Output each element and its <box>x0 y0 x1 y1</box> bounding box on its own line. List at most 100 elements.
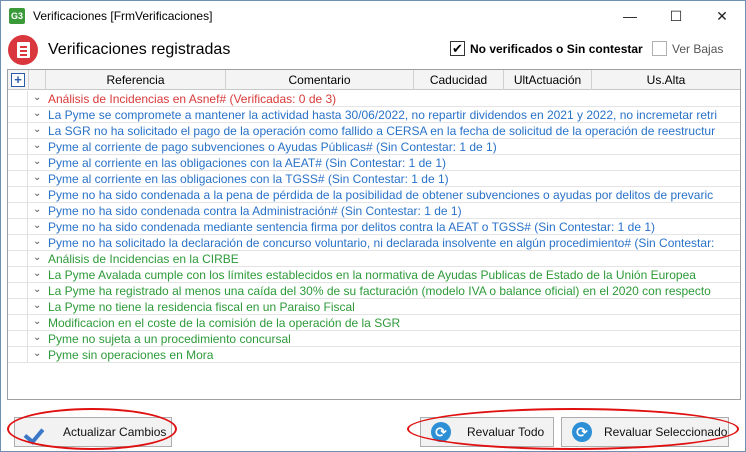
table-row[interactable]: ⌄ La Pyme ha registrado al menos una caíd… <box>8 283 740 299</box>
ver-bajas-checkbox[interactable] <box>652 41 667 56</box>
chevron-down-icon[interactable]: ⌄ <box>33 236 41 247</box>
row-indicator[interactable] <box>8 347 28 362</box>
row-indicator[interactable] <box>8 139 28 154</box>
row-indicator[interactable] <box>8 219 28 234</box>
maximize-button[interactable]: ☐ <box>653 1 699 31</box>
chevron-down-icon[interactable]: ⌄ <box>33 204 41 215</box>
no-verificados-checkbox[interactable]: ✔ <box>450 41 465 56</box>
row-referencia-text: Pyme no ha sido condenada contra la Admi… <box>48 204 462 218</box>
chevron-down-icon[interactable]: ⌄ <box>33 188 41 199</box>
page-title: Verificaciones registradas <box>48 41 231 58</box>
chevron-down-icon[interactable]: ⌄ <box>33 332 41 343</box>
window-title: Verificaciones [FrmVerificaciones] <box>33 9 213 23</box>
row-referencia-text: La Pyme no tiene la residencia fiscal en… <box>48 300 355 314</box>
row-referencia-text: Pyme no ha solicitado la declaración de … <box>48 236 715 250</box>
revaluar-seleccionado-label: Revaluar Seleccionado <box>604 425 728 439</box>
table-row[interactable]: ⌄ La Pyme no tiene la residencia fiscal e… <box>8 299 740 315</box>
row-referencia-text: Análisis de Incidencias en la CIRBE <box>48 252 239 266</box>
chevron-down-icon[interactable]: ⌄ <box>33 268 41 279</box>
table-row[interactable]: ⌄ Pyme sin operaciones en Mora <box>8 347 740 363</box>
column-ultactuacion[interactable]: UltActuación <box>503 70 591 90</box>
row-indicator[interactable] <box>8 331 28 346</box>
title-bar: G3 Verificaciones [FrmVerificaciones] — … <box>1 1 745 31</box>
table-row[interactable]: ⌄ Análisis de Incidencias en Asnef# (Veri… <box>8 91 740 107</box>
app-icon: G3 <box>9 8 25 24</box>
row-indicator[interactable] <box>8 107 28 122</box>
row-referencia-text: Pyme sin operaciones en Mora <box>48 348 214 362</box>
row-referencia-text: Pyme no ha sido condenada mediante sente… <box>48 220 656 234</box>
row-indicator[interactable] <box>8 267 28 282</box>
row-referencia-text: Pyme no sujeta a un procedimiento concur… <box>48 332 291 346</box>
form-header: Verificaciones registradas ✔ No verifica… <box>2 32 744 68</box>
add-row-button[interactable]: + <box>11 73 25 87</box>
row-indicator[interactable] <box>8 171 28 186</box>
chevron-down-icon[interactable]: ⌄ <box>33 108 41 119</box>
row-referencia-text: Pyme al corriente de pago subvenciones o… <box>48 140 497 154</box>
footer-bar: Actualizar Cambios ⟳ Revaluar Todo ⟳ Rev… <box>2 405 744 451</box>
grid-header: + Referencia Comentario Caducidad UltAct… <box>8 70 740 90</box>
table-row[interactable]: ⌄ Pyme no ha sido condenada mediante sent… <box>8 219 740 235</box>
chevron-down-icon[interactable]: ⌄ <box>33 156 41 167</box>
column-expander <box>28 70 45 90</box>
row-indicator[interactable] <box>8 123 28 138</box>
table-row[interactable]: ⌄ La Pyme Avalada cumple con los límites … <box>8 267 740 283</box>
row-referencia-text: La Pyme Avalada cumple con los límites e… <box>48 268 696 282</box>
row-indicator[interactable] <box>8 91 28 106</box>
table-row[interactable]: ⌄ Análisis de Incidencias en la CIRBE <box>8 251 740 267</box>
refresh-icon: ⟳ <box>431 422 451 442</box>
table-row[interactable]: ⌄ Pyme al corriente en las obligaciones c… <box>8 171 740 187</box>
table-row[interactable]: ⌄ Modificacion en el coste de la comisión… <box>8 315 740 331</box>
no-verificados-label[interactable]: No verificados o Sin contestar <box>470 42 643 56</box>
table-row[interactable]: ⌄ Pyme al corriente de pago subvenciones … <box>8 139 740 155</box>
row-referencia-text: La SGR no ha solicitado el pago de la op… <box>48 124 716 138</box>
chevron-down-icon[interactable]: ⌄ <box>33 284 41 295</box>
row-indicator[interactable] <box>8 235 28 250</box>
column-caducidad[interactable]: Caducidad <box>413 70 503 90</box>
column-referencia[interactable]: Referencia <box>45 70 225 90</box>
column-comentario[interactable]: Comentario <box>225 70 413 90</box>
refresh-icon: ⟳ <box>572 422 592 442</box>
row-referencia-text: Pyme al corriente en las obligaciones co… <box>48 172 449 186</box>
row-indicator[interactable] <box>8 187 28 202</box>
chevron-down-icon[interactable]: ⌄ <box>33 348 41 359</box>
revaluar-seleccionado-button[interactable]: ⟳ Revaluar Seleccionado <box>561 417 729 447</box>
column-usalta[interactable]: Us.Alta <box>591 70 740 90</box>
table-row[interactable]: ⌄ La SGR no ha solicitado el pago de la o… <box>8 123 740 139</box>
revaluar-todo-label: Revaluar Todo <box>467 425 545 439</box>
ver-bajas-label[interactable]: Ver Bajas <box>672 42 723 56</box>
row-referencia-text: Pyme no ha sido condenada a la pena de p… <box>48 188 714 202</box>
close-button[interactable]: ✕ <box>699 1 745 31</box>
table-row[interactable]: ⌄ Pyme no ha sido condenada a la pena de … <box>8 187 740 203</box>
table-row[interactable]: ⌄ Pyme no ha solicitado la declaración de… <box>8 235 740 251</box>
chevron-down-icon[interactable]: ⌄ <box>33 92 41 103</box>
chevron-down-icon[interactable]: ⌄ <box>33 220 41 231</box>
row-indicator[interactable] <box>8 203 28 218</box>
document-list-icon <box>8 35 38 65</box>
minimize-button[interactable]: — <box>607 1 653 31</box>
chevron-down-icon[interactable]: ⌄ <box>33 300 41 311</box>
chevron-down-icon[interactable]: ⌄ <box>33 172 41 183</box>
chevron-down-icon[interactable]: ⌄ <box>33 252 41 263</box>
verificaciones-grid: + Referencia Comentario Caducidad UltAct… <box>7 69 741 400</box>
row-indicator[interactable] <box>8 299 28 314</box>
row-indicator[interactable] <box>8 283 28 298</box>
table-row[interactable]: ⌄ Pyme no ha sido condenada contra la Adm… <box>8 203 740 219</box>
grid-rows: ⌄ Análisis de Incidencias en Asnef# (Veri… <box>8 91 740 363</box>
verificaciones-window: G3 Verificaciones [FrmVerificaciones] — … <box>0 0 746 452</box>
row-indicator[interactable] <box>8 315 28 330</box>
table-row[interactable]: ⌄ La Pyme se compromete a mantener la act… <box>8 107 740 123</box>
chevron-down-icon[interactable]: ⌄ <box>33 124 41 135</box>
actualizar-cambios-button[interactable]: Actualizar Cambios <box>14 417 172 447</box>
row-referencia-text: Modificacion en el coste de la comisión … <box>48 316 401 330</box>
actualizar-cambios-label: Actualizar Cambios <box>63 425 167 439</box>
row-indicator[interactable] <box>8 251 28 266</box>
chevron-down-icon[interactable]: ⌄ <box>33 140 41 151</box>
table-row[interactable]: ⌄ Pyme al corriente en las obligaciones c… <box>8 155 740 171</box>
row-indicator[interactable] <box>8 155 28 170</box>
revaluar-todo-button[interactable]: ⟳ Revaluar Todo <box>420 417 554 447</box>
chevron-down-icon[interactable]: ⌄ <box>33 316 41 327</box>
row-referencia-text: Pyme al corriente en las obligaciones co… <box>48 156 446 170</box>
table-row[interactable]: ⌄ Pyme no sujeta a un procedimiento concu… <box>8 331 740 347</box>
row-referencia-text: La Pyme ha registrado al menos una caída… <box>48 284 711 298</box>
row-referencia-text: La Pyme se compromete a mantener la acti… <box>48 108 718 122</box>
